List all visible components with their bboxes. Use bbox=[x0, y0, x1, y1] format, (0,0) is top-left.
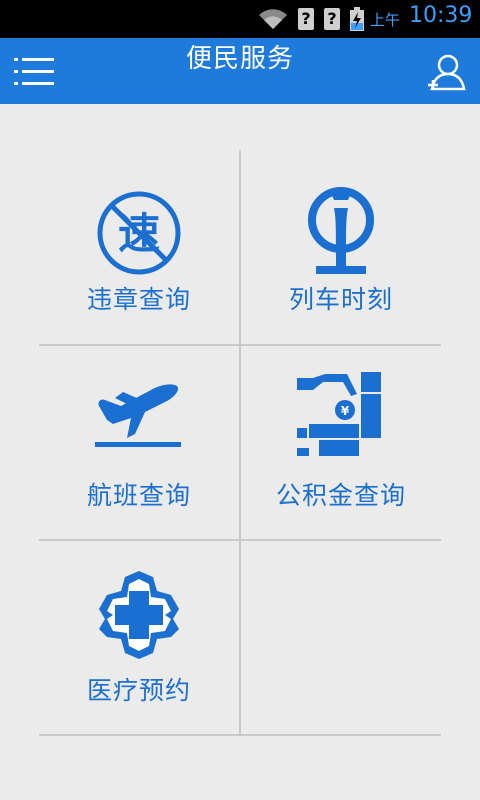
plane-icon bbox=[95, 384, 181, 447]
violation-icon: 速 bbox=[97, 191, 181, 275]
grid-item-label: 违章查询 bbox=[86, 285, 191, 314]
svg-text:¥: ¥ bbox=[341, 404, 350, 418]
page-title: 便民服务 bbox=[185, 44, 294, 74]
time-ampm: 上午 bbox=[370, 11, 401, 29]
grid-item-label: 列车时刻 bbox=[288, 285, 393, 314]
battery-charging-icon bbox=[350, 7, 364, 31]
grid-item-violation[interactable]: 速 违章查询 bbox=[39, 150, 239, 344]
menu-button[interactable] bbox=[14, 58, 54, 86]
grid-item-label: 公积金查询 bbox=[275, 481, 406, 510]
status-bar: ? ? 上午 10:39 bbox=[0, 0, 480, 38]
status-icons: ? ? bbox=[258, 6, 364, 32]
grid-item-train[interactable]: 列车时刻 bbox=[241, 150, 441, 344]
svg-text:速: 速 bbox=[118, 209, 160, 258]
grid-item-label: 航班查询 bbox=[86, 481, 191, 510]
medical-icon bbox=[99, 571, 179, 659]
grid-item-flight[interactable]: 航班查询 bbox=[39, 346, 239, 540]
wifi-icon bbox=[259, 9, 287, 30]
app-bar: 便民服务 bbox=[0, 38, 480, 104]
train-icon bbox=[308, 187, 374, 274]
clock-time: 10:39 bbox=[409, 3, 473, 28]
user-add-button[interactable] bbox=[426, 52, 466, 92]
no-signal-icon: ? bbox=[298, 8, 314, 30]
grid-item-housing-fund[interactable]: ¥ 公积金查询 bbox=[241, 346, 441, 540]
housing-fund-icon: ¥ bbox=[297, 372, 381, 456]
no-sim-icon: ? bbox=[324, 8, 340, 30]
grid-item-label: 医疗预约 bbox=[86, 676, 191, 705]
service-grid: 速 违章查询 列车时刻 航班查询 ¥ 公积金查询 医疗预约 bbox=[39, 150, 441, 736]
menu-icon bbox=[14, 58, 54, 85]
grid-item-medical[interactable]: 医疗预约 bbox=[39, 541, 239, 735]
